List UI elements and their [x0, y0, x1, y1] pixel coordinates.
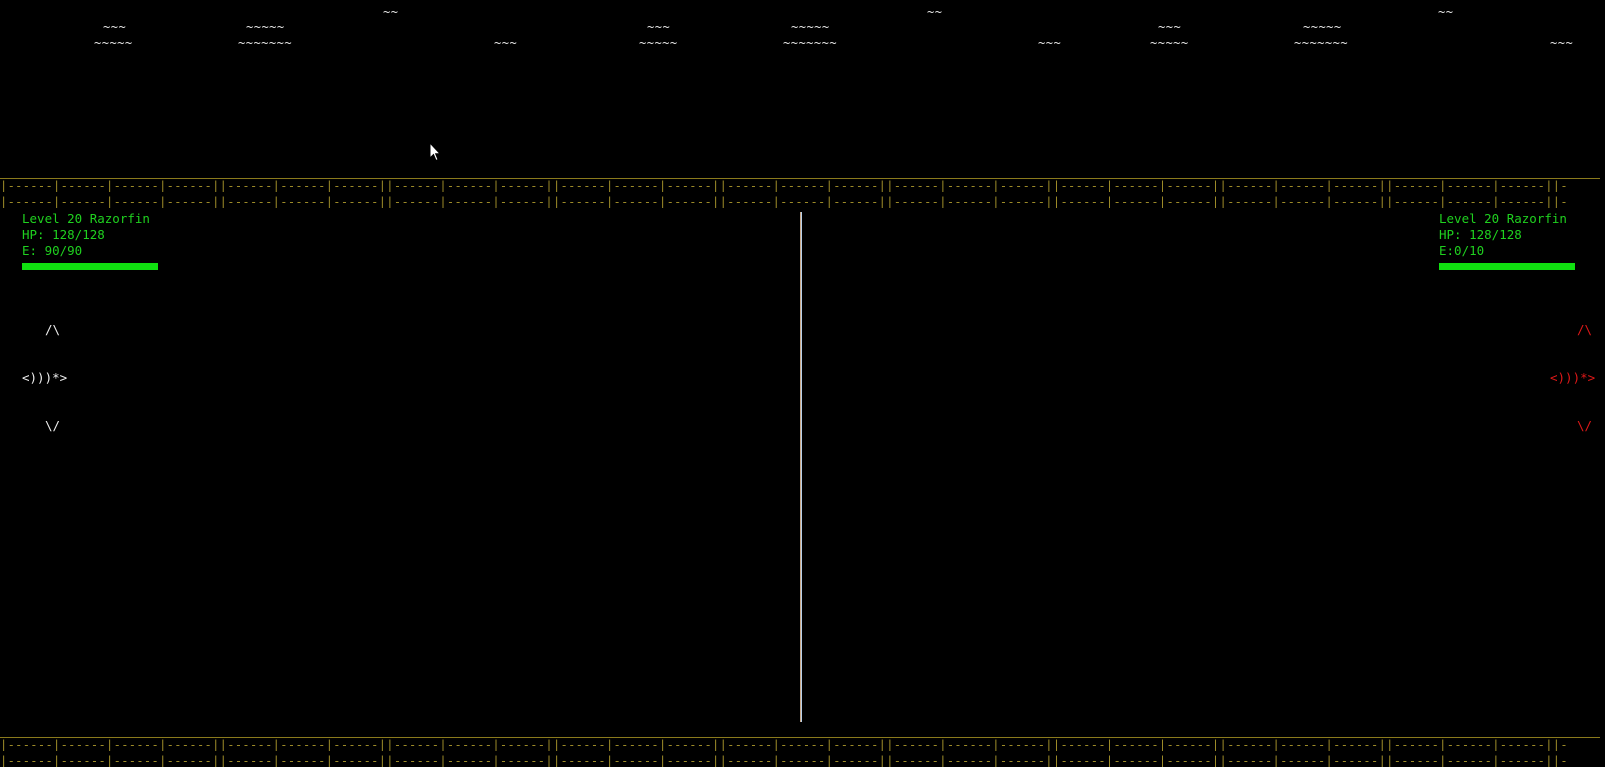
- player-energy: E: 90/90: [22, 243, 83, 258]
- enemy-hp: HP: 128/128: [1439, 227, 1522, 242]
- player-fish: /\ <)))*> \/: [22, 290, 67, 450]
- enemy-health-bar: [1439, 263, 1575, 270]
- wave: ~~~~~: [639, 36, 678, 50]
- player-stats-panel: Level 20 Razorfin HP: 128/128 E: 90/90: [22, 211, 150, 259]
- player-name: Level 20 Razorfin: [22, 211, 150, 226]
- ground-row: |------|------|------|------||------|---…: [0, 196, 1568, 208]
- wave: ~~~: [1158, 20, 1182, 34]
- player-fish-body: <)))*>: [22, 370, 68, 385]
- enemy-name: Level 20 Razorfin: [1439, 211, 1567, 226]
- wave: ~~: [383, 5, 399, 19]
- enemy-fish-body: <)))*>: [1550, 370, 1596, 385]
- ground-row: |------|------|------|------||------|---…: [0, 739, 1568, 751]
- wave: ~~~: [494, 36, 518, 50]
- wave: ~~~: [1550, 36, 1574, 50]
- player-hp: HP: 128/128: [22, 227, 105, 242]
- wave: ~~~~~: [1303, 20, 1342, 34]
- enemy-fish: /\ <)))*> \/: [1550, 290, 1598, 450]
- border-line: [0, 178, 1600, 179]
- ground-row: |------|------|------|------||------|---…: [0, 755, 1568, 767]
- border-line: [0, 737, 1600, 738]
- player-health-bar-fill: [22, 263, 158, 270]
- wave: ~~~~~: [246, 20, 285, 34]
- wave: ~~~: [103, 20, 127, 34]
- wave: ~~: [1438, 5, 1454, 19]
- wave: ~~~: [1038, 36, 1062, 50]
- wave: ~~~~~~~: [1294, 36, 1349, 50]
- player-fish-top-fin: /\: [45, 322, 61, 337]
- enemy-fish-bottom-fin: \/: [1576, 418, 1592, 433]
- player-health-bar: [22, 263, 158, 270]
- wave: ~~~~~: [94, 36, 133, 50]
- player-fish-bottom-fin: \/: [45, 418, 61, 433]
- wave: ~~~~~: [1150, 36, 1189, 50]
- ground-row: |------|------|------|------||------|---…: [0, 180, 1568, 192]
- enemy-health-bar-fill: [1439, 263, 1575, 270]
- wave: ~~~~~: [791, 20, 830, 34]
- wave: ~~~~~~~: [783, 36, 838, 50]
- wave: ~~~: [647, 20, 671, 34]
- mouse-pointer-icon: [429, 142, 441, 162]
- wave: ~~~~~~~: [238, 36, 293, 50]
- enemy-stats-panel: Level 20 Razorfin HP: 128/128 E:0/10: [1439, 211, 1567, 259]
- enemy-fish-top-fin: /\: [1576, 322, 1592, 337]
- arena-center-divider: [800, 212, 802, 722]
- enemy-energy: E:0/10: [1439, 243, 1485, 258]
- wave: ~~: [927, 5, 943, 19]
